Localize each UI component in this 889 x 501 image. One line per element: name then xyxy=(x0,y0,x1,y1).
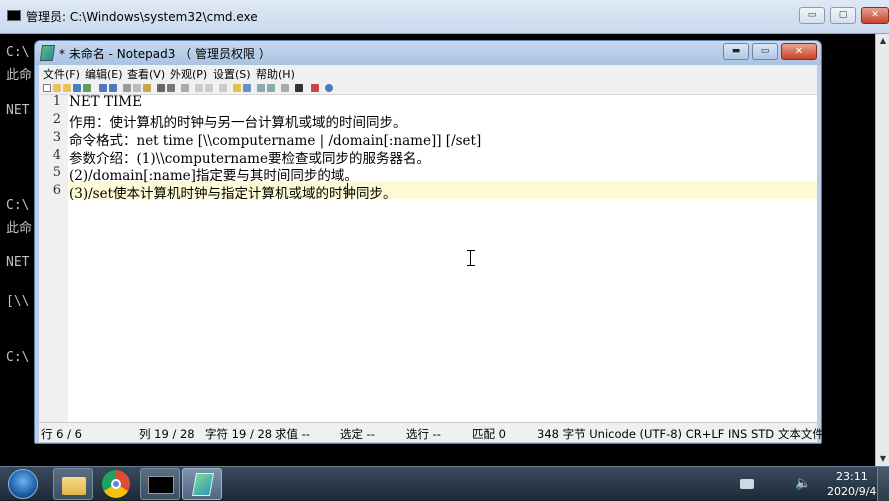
menu-view[interactable]: 查看(V) xyxy=(127,66,165,82)
notepad-minimize-button[interactable]: ▬ xyxy=(723,43,749,60)
cmd-titlebar[interactable]: 管理员: C:\Windows\system32\cmd.exe ▭ ▢ ✕ xyxy=(0,0,889,34)
paste-icon[interactable] xyxy=(143,84,151,92)
cmd-icon xyxy=(7,10,21,21)
windows-logo-icon xyxy=(8,469,38,499)
menu-file[interactable]: 文件(F) xyxy=(43,66,80,82)
status-match: 匹配 0 xyxy=(472,427,506,441)
ibeam-cursor-icon xyxy=(467,250,475,266)
cmd-minimize-button[interactable]: ▭ xyxy=(799,7,825,24)
notepad3-window: * 未命名 - Notepad3 （ 管理员权限 ） ▬ ▭ ✕ 文件(F) 编… xyxy=(34,40,824,444)
status-line: 行 6 / 6 xyxy=(41,427,82,441)
line-number: 1 xyxy=(52,94,61,109)
volume-speaker-icon[interactable]: 🔈 xyxy=(795,476,811,491)
clock-time[interactable]: 23:11 xyxy=(836,470,868,483)
cmd-line: NET xyxy=(6,255,30,270)
code-line[interactable]: NET TIME xyxy=(69,94,142,110)
text-caret xyxy=(347,183,348,197)
cmd-line: 此命 xyxy=(6,68,33,83)
show-desktop-button[interactable] xyxy=(877,467,889,501)
start-button[interactable] xyxy=(2,468,44,500)
menu-settings[interactable]: 设置(S) xyxy=(213,66,251,82)
toolbar xyxy=(39,83,817,95)
find-search-icon[interactable] xyxy=(257,84,265,92)
taskbar: 🔈 23:11 2020/9/4 xyxy=(0,466,889,501)
cmd-line: C:\ xyxy=(6,198,30,213)
scroll-down-arrow-icon[interactable]: ▼ xyxy=(876,452,889,466)
settings-icon[interactable] xyxy=(243,84,251,92)
taskbar-explorer-button[interactable] xyxy=(53,468,93,500)
status-selection: 选定 -- xyxy=(340,427,375,441)
favorites-star-icon[interactable] xyxy=(233,84,241,92)
folder-icon xyxy=(62,477,86,495)
window-icon[interactable] xyxy=(281,84,289,92)
word-wrap-icon[interactable] xyxy=(181,84,189,92)
pin-icon[interactable] xyxy=(311,84,319,92)
taskbar-cmd-button[interactable] xyxy=(140,468,180,500)
cmd-line: C:\ xyxy=(6,45,30,60)
scheme-icon[interactable] xyxy=(219,84,227,92)
new-file-icon[interactable] xyxy=(43,84,51,92)
redo-icon[interactable] xyxy=(109,84,117,92)
terminal-icon[interactable] xyxy=(295,84,303,92)
browse-icon[interactable] xyxy=(63,84,71,92)
line-number: 2 xyxy=(52,112,61,127)
line-number: 4 xyxy=(52,148,61,163)
terminal-icon xyxy=(148,476,174,494)
status-char: 字符 19 / 28 xyxy=(205,427,273,441)
find-next-icon[interactable] xyxy=(267,84,275,92)
status-bar: 行 6 / 6 列 19 / 28 字符 19 / 28 求值 -- 选定 --… xyxy=(39,422,824,442)
status-selected-lines: 选行 -- xyxy=(406,427,441,441)
cmd-window-title: 管理员: C:\Windows\system32\cmd.exe xyxy=(26,10,258,24)
taskbar-notepad3-button[interactable] xyxy=(182,468,222,500)
code-line[interactable]: (2)/domain[:name]指定要与其时间同步的域。 xyxy=(69,164,358,184)
chrome-center-icon xyxy=(111,479,121,489)
replace-icon[interactable] xyxy=(167,84,175,92)
notepad-window-title: * 未命名 - Notepad3 （ 管理员权限 ） xyxy=(59,47,271,61)
line-number: 3 xyxy=(52,130,61,145)
notepad-titlebar[interactable]: * 未命名 - Notepad3 （ 管理员权限 ） ▬ ▭ ✕ xyxy=(35,41,821,65)
status-file-info: 348 字节 Unicode (UTF-8) CR+LF INS STD 文本文… xyxy=(537,427,824,441)
cmd-line: NET xyxy=(6,103,30,118)
save-icon[interactable] xyxy=(73,84,81,92)
notepad-close-button[interactable]: ✕ xyxy=(781,43,817,60)
text-editor-area[interactable]: 1 2 3 4 5 6 NET TIME 作用：使计算机的时钟与另一台计算机或域… xyxy=(39,94,817,422)
find-icon[interactable] xyxy=(157,84,165,92)
menu-edit[interactable]: 编辑(E) xyxy=(85,66,123,82)
code-line[interactable]: 命令格式：net time [\\computername | /domain[… xyxy=(69,129,481,149)
code-line[interactable]: 作用：使计算机的时钟与另一台计算机或域的时间同步。 xyxy=(69,111,407,131)
status-column: 列 19 / 28 xyxy=(139,427,195,441)
cmd-close-button[interactable]: ✕ xyxy=(861,7,889,24)
scroll-up-arrow-icon[interactable]: ▲ xyxy=(876,34,889,48)
notepad3-icon xyxy=(191,473,215,496)
notepad3-app-icon xyxy=(39,45,56,61)
undo-icon[interactable] xyxy=(99,84,107,92)
info-icon[interactable] xyxy=(325,84,333,92)
action-center-flag-icon[interactable] xyxy=(740,479,754,489)
cmd-line: C:\ xyxy=(6,350,30,365)
menu-help[interactable]: 帮助(H) xyxy=(256,66,295,82)
notepad-maximize-button[interactable]: ▭ xyxy=(752,43,778,60)
taskbar-chrome-button[interactable] xyxy=(97,468,137,500)
copy-icon[interactable] xyxy=(133,84,141,92)
line-number: 6 xyxy=(52,183,61,198)
zoom-out-icon[interactable] xyxy=(205,84,213,92)
clock-date[interactable]: 2020/9/4 xyxy=(827,485,876,498)
cmd-scrollbar[interactable]: ▲ ▼ xyxy=(875,34,889,466)
line-number: 5 xyxy=(52,165,61,180)
menu-bar: 文件(F) 编辑(E) 查看(V) 外观(P) 设置(S) 帮助(H) xyxy=(39,65,817,83)
cmd-line: [\\ xyxy=(6,294,30,309)
cut-icon[interactable] xyxy=(123,84,131,92)
open-folder-icon[interactable] xyxy=(53,84,61,92)
status-eval: 求值 -- xyxy=(275,427,310,441)
cmd-maximize-button[interactable]: ▢ xyxy=(830,7,856,24)
menu-appearance[interactable]: 外观(P) xyxy=(170,66,207,82)
zoom-in-icon[interactable] xyxy=(195,84,203,92)
save-as-icon[interactable] xyxy=(83,84,91,92)
cmd-line: 此命 xyxy=(6,221,33,236)
